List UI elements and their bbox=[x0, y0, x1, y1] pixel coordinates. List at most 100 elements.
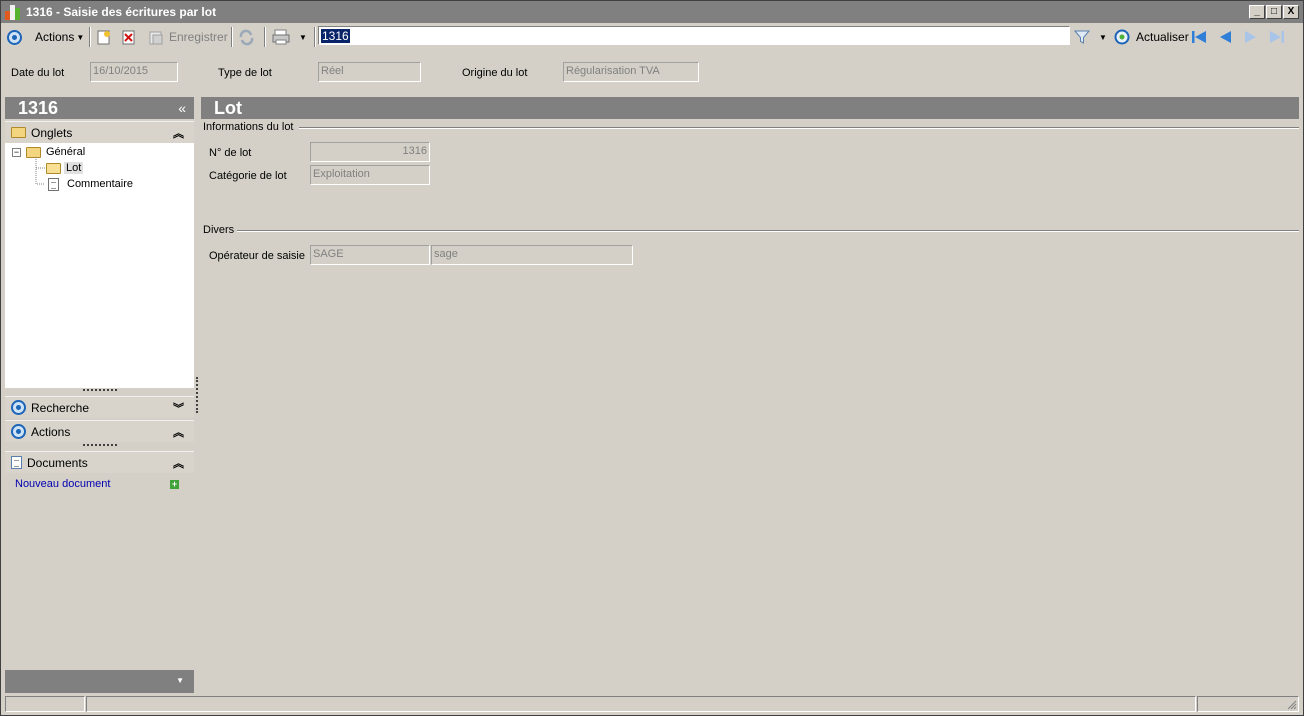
new-button[interactable] bbox=[97, 27, 111, 47]
section-onglets-label: Onglets bbox=[31, 125, 73, 140]
content-title: Lot bbox=[201, 97, 1299, 119]
status-cell bbox=[5, 696, 85, 712]
left-panel-title-text: 1316 bbox=[18, 98, 59, 118]
window-title: 1316 - Saisie des écritures par lot bbox=[26, 5, 217, 19]
divers-group-label: Divers bbox=[203, 224, 235, 236]
chevron-down-icon: ▼ bbox=[299, 32, 307, 42]
search-input-value: 1316 bbox=[321, 29, 350, 43]
date-label: Date du lot bbox=[11, 67, 65, 79]
chevron-down-icon[interactable]: ▼ bbox=[176, 676, 184, 685]
section-documents[interactable]: Documents ︽ bbox=[5, 451, 194, 473]
delete-icon bbox=[122, 30, 135, 44]
previous-record-button[interactable] bbox=[1218, 27, 1232, 47]
info-group-label: Informations du lot bbox=[203, 121, 294, 133]
section-onglets[interactable]: Onglets ︽ bbox=[5, 121, 194, 143]
actions-menu[interactable]: Actions ▼ bbox=[7, 27, 84, 47]
lot-number-field[interactable]: 1316 bbox=[310, 142, 430, 162]
close-button[interactable]: X bbox=[1283, 5, 1299, 19]
operator-name-field[interactable]: sage bbox=[431, 245, 633, 265]
next-record-icon bbox=[1245, 31, 1256, 43]
resize-grip-icon[interactable] bbox=[1287, 700, 1297, 710]
print-dropdown[interactable]: ▼ bbox=[299, 27, 307, 47]
toolbar-separator bbox=[231, 27, 233, 47]
left-panel-footer: ▼ bbox=[5, 670, 194, 693]
filter-icon bbox=[1074, 30, 1090, 44]
add-icon[interactable]: + bbox=[170, 480, 179, 489]
toolbar-separator bbox=[264, 27, 266, 47]
actions-section-icon bbox=[11, 424, 26, 439]
print-button[interactable] bbox=[272, 27, 290, 47]
app-icon bbox=[5, 5, 20, 20]
folder-icon bbox=[11, 127, 26, 138]
filter-dropdown[interactable]: ▼ bbox=[1099, 27, 1107, 47]
previous-record-icon bbox=[1220, 31, 1231, 43]
minimize-button[interactable]: _ bbox=[1249, 5, 1265, 19]
actions-menu-label: Actions bbox=[35, 30, 75, 44]
new-document-icon bbox=[97, 30, 110, 44]
sync-button[interactable] bbox=[238, 27, 255, 47]
section-actions[interactable]: Actions ︽ bbox=[5, 420, 194, 442]
search-section-icon bbox=[11, 400, 26, 415]
chevron-up-icon[interactable]: ︽ bbox=[173, 455, 184, 471]
refresh-icon bbox=[1114, 29, 1130, 45]
sync-icon bbox=[239, 29, 254, 45]
category-field[interactable]: Exploitation bbox=[310, 165, 430, 185]
refresh-label: Actualiser bbox=[1136, 30, 1189, 44]
collapse-panel-button[interactable]: « bbox=[178, 97, 186, 119]
type-label: Type de lot bbox=[218, 67, 272, 79]
left-panel-title: 1316 « bbox=[5, 97, 194, 119]
first-record-icon bbox=[1192, 31, 1206, 43]
group-divider bbox=[237, 230, 1299, 232]
next-record-button[interactable] bbox=[1244, 27, 1258, 47]
maximize-button[interactable]: □ bbox=[1266, 5, 1282, 19]
date-field[interactable]: 16/10/2015 bbox=[90, 62, 178, 82]
panel-resize-grip[interactable] bbox=[83, 389, 117, 392]
delete-button[interactable] bbox=[122, 27, 136, 47]
last-record-icon bbox=[1270, 31, 1284, 43]
first-record-button[interactable] bbox=[1191, 27, 1207, 47]
documents-area: Nouveau document + bbox=[5, 474, 194, 669]
application-window: 1316 - Saisie des écritures par lot _ □ … bbox=[0, 0, 1304, 716]
search-input[interactable]: 1316 bbox=[318, 26, 1070, 45]
category-label: Catégorie de lot bbox=[209, 170, 287, 182]
last-record-button[interactable] bbox=[1269, 27, 1285, 47]
actions-icon bbox=[7, 29, 22, 45]
group-divider bbox=[299, 127, 1299, 129]
new-document-link[interactable]: Nouveau document bbox=[15, 478, 110, 490]
section-documents-label: Documents bbox=[27, 455, 88, 470]
tree-node-commentaire-label: Commentaire bbox=[67, 178, 134, 190]
title-bar: 1316 - Saisie des écritures par lot _ □ … bbox=[1, 1, 1303, 23]
tree-node-commentaire[interactable]: Commentaire bbox=[48, 176, 133, 192]
save-button-label: Enregistrer bbox=[169, 30, 228, 44]
tree-node-lot-label: Lot bbox=[64, 162, 84, 174]
toolbar-separator bbox=[314, 27, 316, 47]
chevron-down-icon: ▼ bbox=[76, 32, 85, 42]
type-field[interactable]: Réel bbox=[318, 62, 421, 82]
documents-icon bbox=[11, 456, 22, 469]
status-cell bbox=[86, 696, 1196, 712]
chevron-down-icon: ▼ bbox=[1099, 32, 1107, 42]
splitter-handle[interactable] bbox=[196, 377, 199, 413]
tabs-tree: − Général Lot Commentaire bbox=[5, 143, 194, 388]
origin-field[interactable]: Régularisation TVA bbox=[563, 62, 699, 82]
section-recherche[interactable]: Recherche ︾ bbox=[5, 396, 194, 418]
chevron-up-icon[interactable]: ︽ bbox=[173, 424, 184, 440]
printer-icon bbox=[272, 29, 290, 45]
chevron-down-icon[interactable]: ︾ bbox=[173, 400, 184, 416]
operator-code-field[interactable]: SAGE bbox=[310, 245, 430, 265]
save-button[interactable]: Enregistrer bbox=[149, 27, 228, 47]
chevron-up-icon[interactable]: ︽ bbox=[173, 125, 184, 141]
tree-lines bbox=[35, 157, 45, 185]
toolbar-separator bbox=[89, 27, 91, 47]
operator-label: Opérateur de saisie bbox=[209, 250, 305, 262]
filter-button[interactable] bbox=[1074, 27, 1090, 47]
save-icon bbox=[149, 31, 163, 44]
section-recherche-label: Recherche bbox=[31, 400, 90, 415]
origin-label: Origine du lot bbox=[462, 67, 528, 79]
status-cell bbox=[1197, 696, 1299, 712]
lot-number-label: N° de lot bbox=[209, 147, 252, 159]
section-actions-label: Actions bbox=[31, 424, 71, 439]
status-bar bbox=[5, 694, 1299, 713]
refresh-button[interactable]: Actualiser bbox=[1114, 27, 1189, 47]
panel-resize-grip[interactable] bbox=[83, 444, 117, 447]
